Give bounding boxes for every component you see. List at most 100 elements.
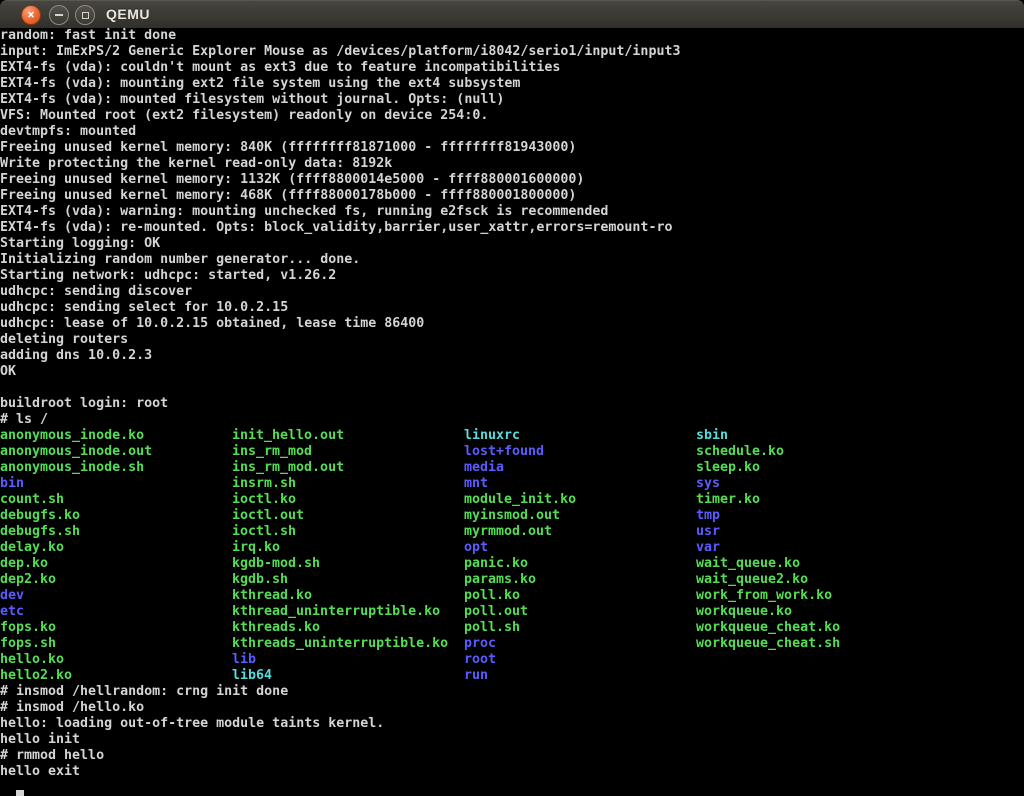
- file-entry: ioctl.ko: [232, 492, 448, 508]
- file-entry: kgdb.sh: [232, 572, 448, 588]
- console-line: OK: [0, 364, 1024, 380]
- file-entry: debugfs.sh: [0, 524, 152, 540]
- file-entry: work_from_work.ko: [696, 588, 840, 604]
- minimize-button[interactable]: [49, 5, 69, 25]
- file-entry: opt: [464, 540, 576, 556]
- terminal-screen[interactable]: random: fast init doneinput: ImExPS/2 Ge…: [0, 28, 1024, 796]
- titlebar[interactable]: × QEMU: [0, 0, 1024, 28]
- file-entry: params.ko: [464, 572, 576, 588]
- file-entry: ioctl.out: [232, 508, 448, 524]
- console-line: Initializing random number generator... …: [0, 252, 1024, 268]
- console-line: # insmod /hello.ko: [0, 700, 1024, 716]
- console-line: udhcpc: sending select for 10.0.2.15: [0, 300, 1024, 316]
- boot-log: random: fast init doneinput: ImExPS/2 Ge…: [0, 28, 1024, 428]
- file-entry: etc: [0, 604, 152, 620]
- qemu-window: × QEMU random: fast init doneinput: ImEx…: [0, 0, 1024, 796]
- file-entry: wait_queue.ko: [696, 556, 840, 572]
- file-entry: lib: [232, 652, 448, 668]
- file-entry: debugfs.ko: [0, 508, 152, 524]
- file-entry: insrm.sh: [232, 476, 448, 492]
- console-line: Starting logging: OK: [0, 236, 1024, 252]
- console-line: hello: loading out-of-tree module taints…: [0, 716, 1024, 732]
- console-line: adding dns 10.0.2.3: [0, 348, 1024, 364]
- file-entry: ioctl.sh: [232, 524, 448, 540]
- file-entry: hello2.ko: [0, 668, 152, 684]
- file-entry: sbin: [696, 428, 840, 444]
- file-entry: workqueue_cheat.sh: [696, 636, 840, 652]
- maximize-button[interactable]: [75, 5, 95, 25]
- file-entry: sys: [696, 476, 840, 492]
- ls-column-2: init_hello.outins_rm_modins_rm_mod.outin…: [232, 428, 448, 684]
- console-line: udhcpc: lease of 10.0.2.15 obtained, lea…: [0, 316, 1024, 332]
- file-entry: run: [464, 668, 576, 684]
- console-line: EXT4-fs (vda): couldn't mount as ext3 du…: [0, 60, 1024, 76]
- file-entry: hello.ko: [0, 652, 152, 668]
- file-entry: media: [464, 460, 576, 476]
- file-entry: bin: [0, 476, 152, 492]
- file-entry: workqueue_cheat.ko: [696, 620, 840, 636]
- file-entry: dep2.ko: [0, 572, 152, 588]
- file-entry: wait_queue2.ko: [696, 572, 840, 588]
- file-entry: anonymous_inode.ko: [0, 428, 152, 444]
- console-line: Write protecting the kernel read-only da…: [0, 156, 1024, 172]
- file-entry: fops.ko: [0, 620, 152, 636]
- file-entry: delay.ko: [0, 540, 152, 556]
- close-button[interactable]: ×: [21, 5, 41, 25]
- console-line: VFS: Mounted root (ext2 filesystem) read…: [0, 108, 1024, 124]
- file-entry: panic.ko: [464, 556, 576, 572]
- file-entry: kthreads.ko: [232, 620, 448, 636]
- terminal-cursor: [16, 790, 24, 796]
- file-entry: lost+found: [464, 444, 576, 460]
- ls-output: anonymous_inode.koanonymous_inode.outano…: [0, 428, 1024, 684]
- file-entry: count.sh: [0, 492, 152, 508]
- console-line: Freeing unused kernel memory: 1132K (fff…: [0, 172, 1024, 188]
- file-entry: proc: [464, 636, 576, 652]
- file-entry: poll.ko: [464, 588, 576, 604]
- file-entry: anonymous_inode.sh: [0, 460, 152, 476]
- file-entry: init_hello.out: [232, 428, 448, 444]
- console-line: EXT4-fs (vda): mounting ext2 file system…: [0, 76, 1024, 92]
- file-entry: timer.ko: [696, 492, 840, 508]
- console-line: input: ImExPS/2 Generic Explorer Mouse a…: [0, 44, 1024, 60]
- file-entry: myinsmod.out: [464, 508, 576, 524]
- console-line: random: fast init done: [0, 28, 1024, 44]
- console-line: deleting routers: [0, 332, 1024, 348]
- file-entry: dep.ko: [0, 556, 152, 572]
- console-line: # rmmod hello: [0, 748, 1024, 764]
- file-entry: poll.out: [464, 604, 576, 620]
- ls-column-4: sbinschedule.kosleep.kosystimer.kotmpusr…: [696, 428, 840, 652]
- console-line: Freeing unused kernel memory: 840K (ffff…: [0, 140, 1024, 156]
- console-line: Freeing unused kernel memory: 468K (ffff…: [0, 188, 1024, 204]
- console-line: # ls /: [0, 412, 1024, 428]
- console-line: EXT4-fs (vda): mounted filesystem withou…: [0, 92, 1024, 108]
- file-entry: var: [696, 540, 840, 556]
- file-entry: workqueue.ko: [696, 604, 840, 620]
- console-line: hello exit: [0, 764, 1024, 780]
- ls-column-1: anonymous_inode.koanonymous_inode.outano…: [0, 428, 152, 684]
- file-entry: kthreads_uninterruptible.ko: [232, 636, 448, 652]
- shell-log: # insmod /hellrandom: crng init done# in…: [0, 684, 1024, 780]
- file-entry: tmp: [696, 508, 840, 524]
- file-entry: ins_rm_mod.out: [232, 460, 448, 476]
- file-entry: mnt: [464, 476, 576, 492]
- console-line: Starting network: udhcpc: started, v1.26…: [0, 268, 1024, 284]
- minimize-icon: [55, 14, 63, 16]
- file-entry: anonymous_inode.out: [0, 444, 152, 460]
- file-entry: ins_rm_mod: [232, 444, 448, 460]
- file-entry: usr: [696, 524, 840, 540]
- file-entry: root: [464, 652, 576, 668]
- window-title: QEMU: [106, 6, 150, 22]
- file-entry: fops.sh: [0, 636, 152, 652]
- console-line: [0, 380, 1024, 396]
- file-entry: kthread_uninterruptible.ko: [232, 604, 448, 620]
- console-line: hello init: [0, 732, 1024, 748]
- close-icon: ×: [27, 9, 34, 21]
- console-line: devtmpfs: mounted: [0, 124, 1024, 140]
- file-entry: kthread.ko: [232, 588, 448, 604]
- file-entry: kgdb-mod.sh: [232, 556, 448, 572]
- console-line: udhcpc: sending discover: [0, 284, 1024, 300]
- console-line: buildroot login: root: [0, 396, 1024, 412]
- prompt-line: #: [0, 780, 1024, 796]
- maximize-icon: [82, 12, 89, 19]
- file-entry: sleep.ko: [696, 460, 840, 476]
